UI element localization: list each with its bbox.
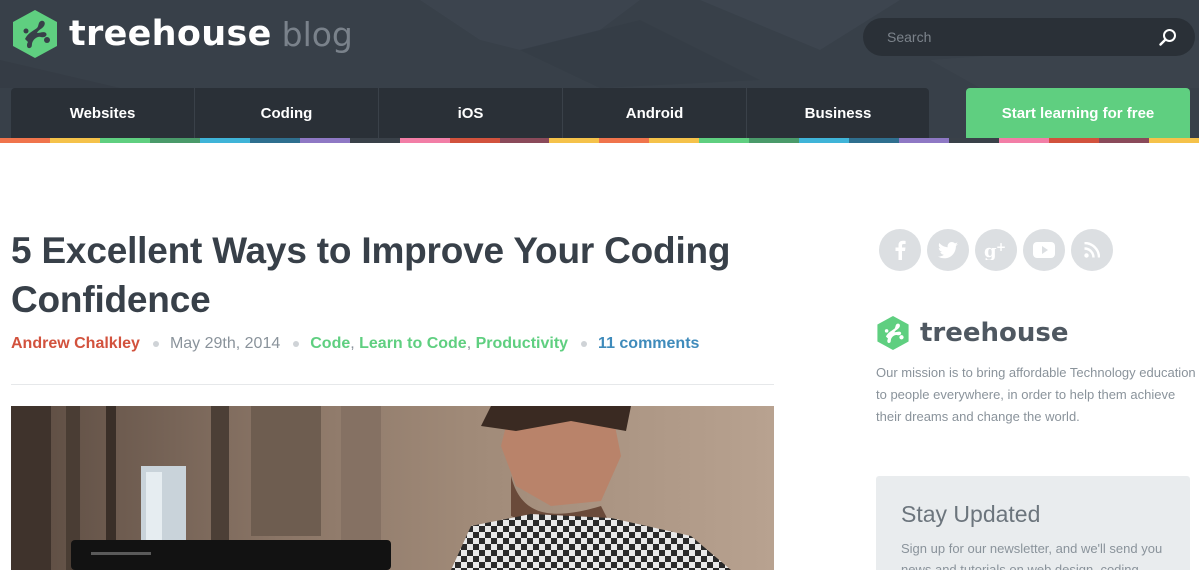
google-plus-icon[interactable]: g + (975, 229, 1017, 271)
stripe-segment (399, 138, 450, 143)
twitter-icon[interactable] (927, 229, 969, 271)
logo-wordmark: treehouse (69, 14, 272, 54)
mission-statement: Our mission is to bring affordable Techn… (876, 365, 1196, 424)
category-comma: , (350, 335, 360, 352)
nav-item-business[interactable]: Business (747, 88, 929, 138)
main-navigation: Websites Coding iOS Android Business (11, 88, 929, 138)
stripe-segment (749, 138, 800, 143)
social-links: g + (879, 229, 1119, 271)
publish-date: May 29th, 2014 (169, 335, 281, 352)
facebook-icon[interactable] (879, 229, 921, 271)
author-link[interactable]: Andrew Chalkley (11, 335, 140, 353)
treehouse-logo-icon (877, 316, 909, 350)
stripe-segment (1098, 138, 1149, 143)
stripe-segment (649, 138, 700, 143)
stripe-segment (299, 138, 350, 143)
article-hero-image (11, 406, 774, 570)
stripe-segment (699, 138, 750, 143)
stripe-segment (549, 138, 600, 143)
category-link-code[interactable]: Code (310, 335, 350, 353)
svg-text:+: + (996, 240, 1006, 254)
stripe-segment (449, 138, 500, 143)
rss-icon[interactable] (1071, 229, 1113, 271)
nav-item-websites[interactable]: Websites (11, 88, 195, 138)
logo-section-label: blog (281, 14, 353, 54)
hero-photo-illustration (11, 406, 774, 570)
stripe-segment (99, 138, 150, 143)
comments-link[interactable]: 11 comments (598, 335, 699, 353)
category-comma: , (466, 335, 476, 352)
article-divider (11, 384, 774, 385)
category-link-productivity[interactable]: Productivity (476, 335, 568, 353)
newsletter-title: Stay Updated (901, 501, 1041, 527)
newsletter-description: Sign up for our newsletter, and we'll se… (901, 541, 1163, 570)
search-icon[interactable] (1159, 28, 1177, 46)
category-link-learn-to-code[interactable]: Learn to Code (359, 335, 467, 353)
stripe-segment (249, 138, 300, 143)
meta-separator-dot (581, 341, 588, 347)
treehouse-blog-logo[interactable]: treehouse blog (11, 9, 353, 59)
stripe-segment (199, 138, 250, 143)
stripe-segment (899, 138, 950, 143)
stripe-segment (0, 138, 50, 143)
search-input[interactable] (887, 27, 1147, 47)
search-box (863, 18, 1195, 56)
stripe-segment (849, 138, 900, 143)
stripe-segment (349, 138, 400, 143)
stripe-segment (1148, 138, 1199, 143)
meta-separator-dot (293, 341, 300, 347)
nav-item-coding[interactable]: Coding (195, 88, 379, 138)
nav-item-ios[interactable]: iOS (379, 88, 563, 138)
start-learning-button[interactable]: Start learning for free (966, 88, 1190, 138)
meta-separator-dot (152, 341, 159, 347)
stripe-segment (799, 138, 850, 143)
sidebar-logo-wordmark: treehouse (920, 318, 1069, 348)
stripe-segment (1049, 138, 1099, 143)
youtube-icon[interactable] (1023, 229, 1065, 271)
stripe-segment (999, 138, 1050, 143)
treehouse-logo-icon (13, 10, 57, 58)
newsletter-panel: Stay Updated Sign up for our newsletter,… (876, 476, 1190, 570)
sidebar-treehouse-logo: treehouse (876, 314, 1069, 352)
nav-item-android[interactable]: Android (563, 88, 747, 138)
stripe-segment (949, 138, 1000, 143)
site-header: treehouse blog Websites Coding iOS Andro… (0, 0, 1199, 143)
color-stripe (0, 138, 1199, 143)
article-title: 5 Excellent Ways to Improve Your Coding … (11, 230, 731, 320)
article-meta: Andrew Chalkley May 29th, 2014 Code, Lea… (11, 334, 699, 354)
stripe-segment (599, 138, 650, 143)
stripe-segment (499, 138, 550, 143)
stripe-segment (49, 138, 100, 143)
stripe-segment (149, 138, 200, 143)
